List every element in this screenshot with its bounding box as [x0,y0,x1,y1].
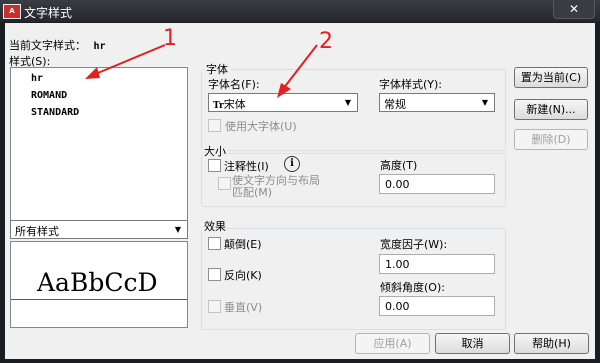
match-orientation-label: 使文字方向与布局 匹配(M) [232,175,320,199]
oblique-angle-label: 倾斜角度(O): [380,281,445,294]
vertical-label: 垂直(V) [224,301,263,314]
window-title: 文字样式 [24,6,73,20]
annotative-checkbox[interactable] [208,159,221,172]
close-icon: ✕ [568,2,580,16]
info-icon-glyph: i [290,158,294,169]
match-orientation-line2: 匹配(M) [232,186,273,199]
effects-group-label: 效果 [202,218,228,234]
style-filter-dropdown[interactable]: 所有样式 ▼ [10,220,188,239]
title-bar: A 文字样式 ✕ [0,0,600,22]
oblique-angle-value: 0.00 [385,300,410,313]
height-value: 0.00 [385,178,410,191]
annotative-label: 注释性(I) [224,160,269,173]
width-factor-label: 宽度因子(W): [380,238,448,251]
backwards-checkbox[interactable] [208,268,221,281]
close-button[interactable]: ✕ [553,0,595,19]
backwards-label: 反向(K) [224,269,262,282]
annotation-arrow-2-head [277,83,291,98]
style-filter-value: 所有样式 [15,225,59,238]
height-label: 高度(T) [380,159,418,172]
annotation-arrow-2-shaft [282,44,318,90]
apply-button[interactable]: 应用(A) [355,333,430,354]
upside-down-checkbox[interactable] [208,237,221,250]
text-style-dialog: A 文字样式 ✕ 当前文字样式： hr 样式(S): hr ROMAND STA… [0,0,600,363]
cancel-button[interactable]: 取消 [435,333,510,354]
preview-text: AaBbCcD [37,268,158,297]
vertical-checkbox[interactable] [208,300,221,313]
oblique-angle-input[interactable]: 0.00 [379,296,495,316]
annotation-arrow-1-head [85,67,100,79]
autocad-app-icon: A [3,4,21,19]
width-factor-input[interactable]: 1.00 [379,254,495,274]
style-preview: AaBbCcD [10,241,188,328]
annotation-arrows [85,44,318,98]
size-group-label: 大小 [202,143,228,159]
dialog-body: 当前文字样式： hr 样式(S): hr ROMAND STANDARD 所有样… [5,23,595,359]
annotation-arrow-1-shaft [92,44,166,76]
height-input[interactable]: 0.00 [379,174,495,194]
chevron-down-icon: ▼ [174,225,182,234]
width-factor-value: 1.00 [385,258,410,271]
info-icon[interactable]: i [284,156,300,172]
upside-down-label: 颠倒(E) [224,238,262,251]
help-button[interactable]: 帮助(H) [514,333,589,354]
preview-baseline [11,299,187,300]
match-orientation-checkbox[interactable] [218,177,231,190]
